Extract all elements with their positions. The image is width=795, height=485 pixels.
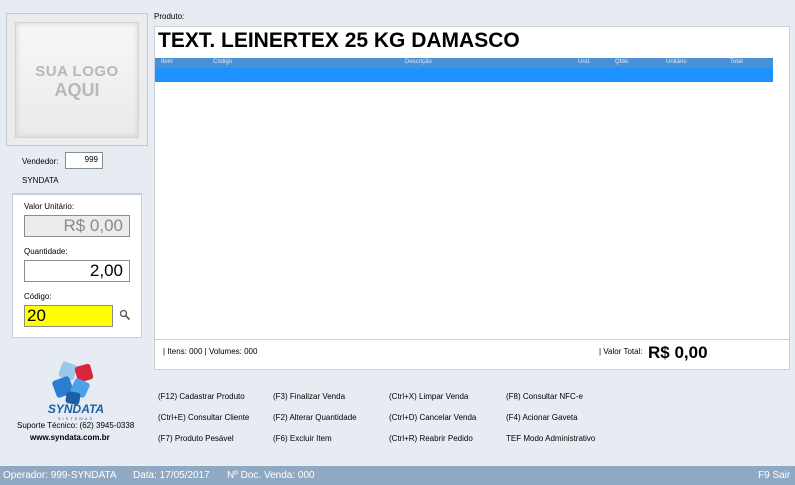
logo-text-line1: SUA LOGO: [35, 63, 119, 80]
brand-name: SYNDATA: [48, 402, 104, 416]
totals-bar: | Itens: 000 | Volumes: 000 | Valor Tota…: [154, 340, 790, 370]
vendor-code-input[interactable]: 999: [65, 152, 103, 169]
status-doc-number: Nº Doc. Venda: 000: [227, 470, 315, 481]
search-icon[interactable]: [119, 309, 131, 321]
shortcut-cadastrar-produto[interactable]: (F12) Cadastrar Produto: [158, 392, 245, 401]
product-area: TEXT. LEINERTEX 25 KG DAMASCO Item Códig…: [154, 26, 790, 340]
col-qtde: Qtde.: [615, 59, 630, 65]
shortcut-finalizar-venda[interactable]: (F3) Finalizar Venda: [273, 392, 345, 401]
status-bar: Operador: 999-SYNDATA Data: 17/05/2017 N…: [0, 466, 795, 485]
total-label: | Valor Total:: [599, 347, 643, 356]
code-label: Código:: [24, 292, 52, 301]
shortcut-excluir-item[interactable]: (F6) Excluir Item: [273, 434, 332, 443]
col-total: Total: [730, 59, 743, 65]
shortcut-tef-admin[interactable]: TEF Modo Administrativo: [506, 434, 595, 443]
shortcut-cancelar-venda[interactable]: (Ctrl+D) Cancelar Venda: [389, 413, 476, 422]
col-unitario: Unitário: [666, 59, 687, 65]
shortcut-acionar-gaveta[interactable]: (F4) Acionar Gaveta: [506, 413, 578, 422]
vendor-label: Vendedor:: [22, 157, 59, 166]
exit-shortcut[interactable]: F9 Sair: [758, 470, 790, 481]
entry-panel: Valor Unitário: R$ 0,00 Quantidade: 2,00…: [12, 193, 142, 338]
syndata-logo: SYNDATA SISTEMAS: [48, 361, 104, 421]
logo-placeholder: SUA LOGO AQUI: [6, 13, 148, 146]
shortcut-consultar-nfce[interactable]: (F8) Consultar NFC-e: [506, 392, 583, 401]
col-item: Item: [161, 59, 173, 65]
product-name: TEXT. LEINERTEX 25 KG DAMASCO: [158, 29, 520, 52]
vendor-name: SYNDATA: [22, 176, 59, 185]
table-row-selected[interactable]: [155, 68, 773, 82]
logo-frame: SUA LOGO AQUI: [15, 22, 139, 138]
items-table-header: Item Código Descrição Und. Qtde. Unitári…: [155, 58, 773, 68]
quantity-label: Quantidade:: [24, 247, 68, 256]
status-operator: Operador: 999-SYNDATA: [3, 470, 117, 481]
shortcut-consultar-cliente[interactable]: (Ctrl+E) Consultar Cliente: [158, 413, 249, 422]
col-codigo: Código: [213, 59, 233, 65]
shortcut-produto-pesavel[interactable]: (F7) Produto Pesável: [158, 434, 234, 443]
unit-value-field: R$ 0,00: [24, 215, 130, 237]
shortcut-limpar-venda[interactable]: (Ctrl+X) Limpar Venda: [389, 392, 468, 401]
items-volumes-count: | Itens: 000 | Volumes: 000: [163, 347, 258, 356]
status-date: Data: 17/05/2017: [133, 470, 210, 481]
support-phone: Suporte Técnico: (62) 3945-0338: [17, 421, 135, 430]
code-input[interactable]: 20: [24, 305, 113, 327]
quantity-input[interactable]: 2,00: [24, 260, 130, 282]
syndata-emblem-icon: [52, 361, 94, 405]
shortcut-reabrir-pedido[interactable]: (Ctrl+R) Reabrir Pedido: [389, 434, 473, 443]
website-link[interactable]: www.syndata.com.br: [30, 433, 110, 442]
unit-value-label: Valor Unitário:: [24, 202, 75, 211]
logo-text-line2: AQUI: [54, 80, 100, 100]
total-value: R$ 0,00: [648, 343, 708, 362]
product-label: Produto:: [154, 12, 185, 21]
shortcut-alterar-quantidade[interactable]: (F2) Alterar Quantidade: [273, 413, 357, 422]
col-descricao: Descrição: [405, 59, 432, 65]
col-und: Und.: [578, 59, 591, 65]
